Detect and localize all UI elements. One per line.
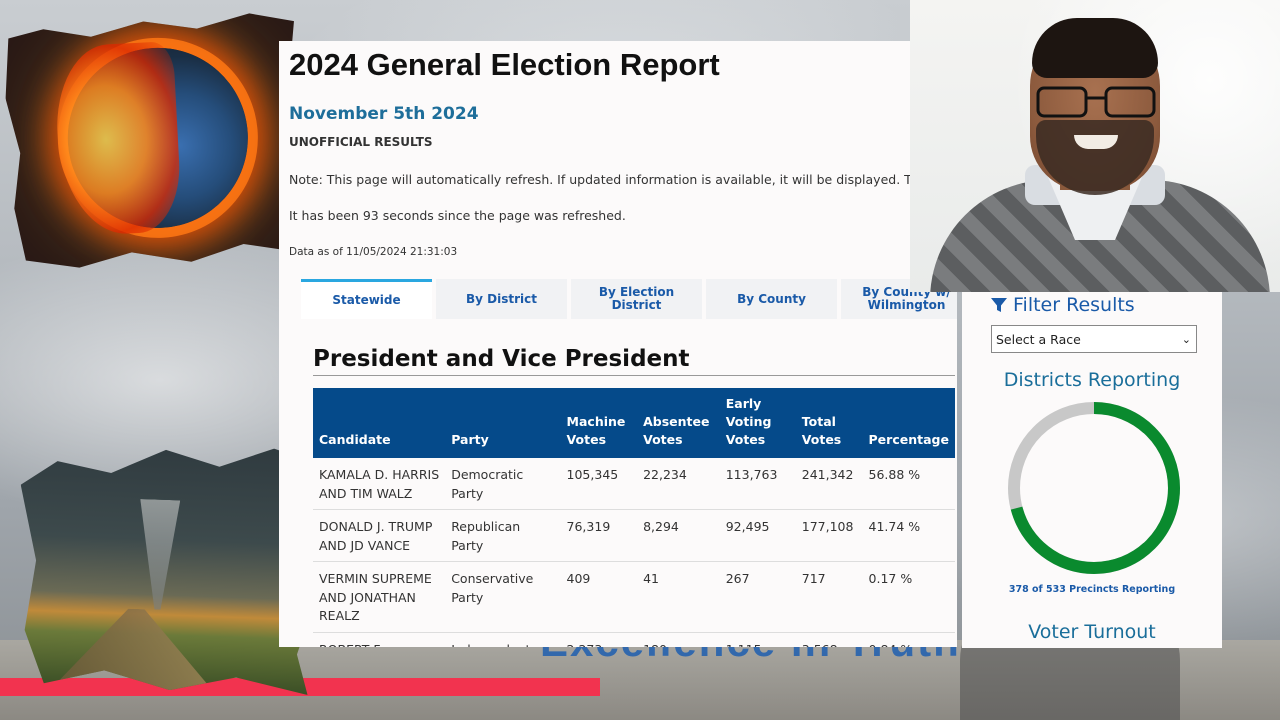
- cell-absentee: 41: [637, 561, 720, 633]
- election-report-panel: 2024 General Election Report November 5t…: [279, 41, 957, 647]
- precincts-donut-chart: [1008, 402, 1180, 574]
- chevron-down-icon: ⌄: [1181, 332, 1191, 346]
- race-select[interactable]: Select a Race ⌄: [991, 325, 1197, 353]
- cell-total: 3,568: [795, 632, 863, 647]
- cell-party: Conservative Party: [445, 561, 561, 633]
- table-row: ROBERT F. Independent 2,273 180 1,115 3,…: [313, 632, 955, 647]
- person-hair: [1032, 18, 1158, 78]
- cell-early: 1,115: [719, 632, 796, 647]
- cell-total: 177,108: [795, 509, 863, 562]
- header-absentee-votes[interactable]: Absentee Votes: [637, 388, 720, 458]
- cell-percentage: 0.17 %: [862, 561, 955, 633]
- filter-results-label: Filter Results: [1013, 294, 1135, 316]
- race-title-divider: [313, 375, 955, 376]
- results-table-header: Candidate Party Machine Votes Absentee V…: [313, 388, 955, 458]
- table-row: DONALD J. TRUMP AND JD VANCE Republican …: [313, 509, 955, 562]
- cell-percentage: 0.84 %: [862, 632, 955, 647]
- header-total-votes[interactable]: Total Votes: [796, 388, 863, 458]
- filter-icon: [991, 298, 1007, 312]
- page-title: 2024 General Election Report: [289, 47, 720, 82]
- burning-earth-image: [2, 8, 310, 273]
- cell-early: 92,495: [719, 509, 796, 562]
- tornado-funnel: [136, 499, 180, 610]
- cell-total: 717: [795, 561, 863, 633]
- cell-machine: 76,319: [560, 509, 638, 562]
- results-tabs: Statewide By District By Election Distri…: [301, 279, 957, 319]
- filter-results-heading: Filter Results: [990, 294, 1135, 316]
- cell-percentage: 56.88 %: [862, 458, 955, 510]
- cell-absentee: 180: [637, 632, 720, 647]
- cell-percentage: 41.74 %: [862, 509, 955, 562]
- cell-party: Republican Party: [445, 509, 561, 562]
- header-party[interactable]: Party: [445, 388, 560, 458]
- header-early-voting-votes[interactable]: Early Voting Votes: [720, 388, 796, 458]
- refresh-note: Note: This page will automatically refre…: [289, 172, 940, 187]
- cell-candidate: VERMIN SUPREME AND JONATHAN REALZ: [313, 561, 446, 633]
- tab-by-district[interactable]: By District: [436, 279, 567, 319]
- cell-candidate: ROBERT F.: [313, 632, 446, 647]
- tab-by-election-district[interactable]: By Election District: [571, 279, 702, 319]
- race-select-value: Select a Race: [996, 331, 1081, 347]
- refresh-timer-text: It has been 93 seconds since the page wa…: [289, 208, 626, 223]
- cell-candidate: DONALD J. TRUMP AND JD VANCE: [313, 509, 446, 562]
- tab-by-county[interactable]: By County: [706, 279, 837, 319]
- unofficial-results-label: UNOFFICIAL RESULTS: [289, 135, 433, 149]
- voter-turnout-heading: Voter Turnout: [1028, 621, 1156, 643]
- cell-machine: 409: [560, 561, 638, 633]
- header-machine-votes[interactable]: Machine Votes: [561, 388, 638, 458]
- portrait-photo: [910, 0, 1280, 292]
- cell-early: 267: [719, 561, 796, 633]
- table-row: VERMIN SUPREME AND JONATHAN REALZ Conser…: [313, 561, 955, 633]
- data-timestamp: Data as of 11/05/2024 21:31:03: [289, 246, 458, 258]
- report-date: November 5th 2024: [289, 104, 479, 124]
- race-title: President and Vice President: [313, 346, 690, 372]
- cell-early: 113,763: [719, 458, 796, 510]
- cell-absentee: 8,294: [637, 509, 720, 562]
- results-table: Candidate Party Machine Votes Absentee V…: [313, 388, 955, 647]
- results-sidebar: Filter Results Select a Race ⌄ Districts…: [962, 292, 1222, 648]
- districts-reporting-heading: Districts Reporting: [1003, 369, 1181, 391]
- cell-machine: 2,273: [560, 632, 638, 647]
- cell-party: Democratic Party: [445, 458, 561, 510]
- fire-flame: [53, 41, 183, 237]
- header-percentage[interactable]: Percentage: [863, 388, 955, 458]
- cell-absentee: 22,234: [637, 458, 720, 510]
- cell-party: Independent: [445, 632, 561, 647]
- precincts-reporting-text: 378 of 533 Precincts Reporting: [1008, 584, 1176, 595]
- header-candidate[interactable]: Candidate: [313, 388, 445, 458]
- glasses-icon: [1036, 86, 1156, 118]
- cell-candidate: KAMALA D. HARRIS AND TIM WALZ: [313, 458, 446, 510]
- tab-statewide[interactable]: Statewide: [301, 279, 432, 319]
- cell-machine: 105,345: [560, 458, 638, 510]
- tornado-image: [14, 435, 323, 695]
- cell-total: 241,342: [795, 458, 863, 510]
- table-row: KAMALA D. HARRIS AND TIM WALZ Democratic…: [313, 458, 955, 510]
